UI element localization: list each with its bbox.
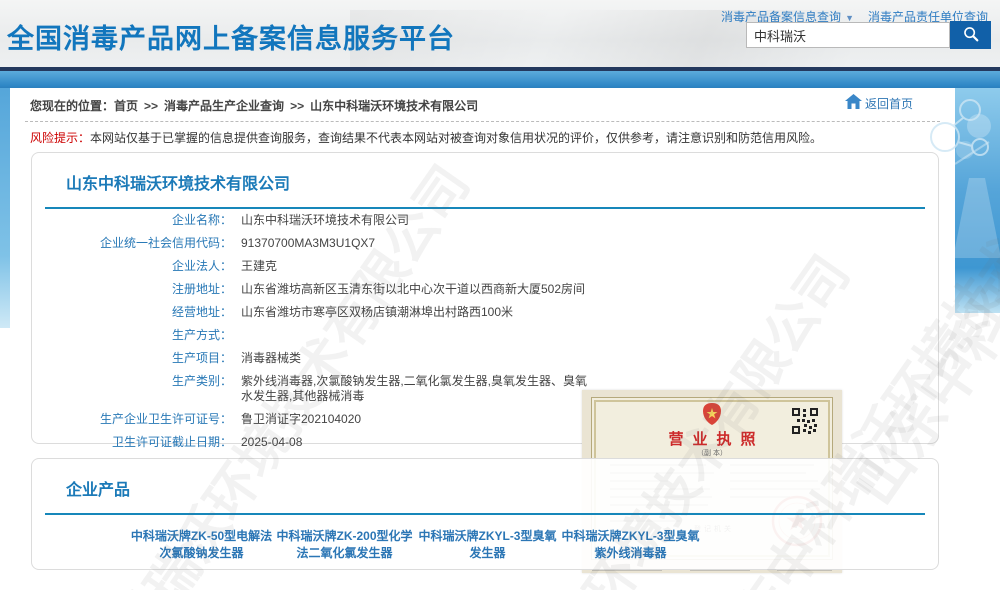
field-label: 企业法人： — [32, 259, 232, 274]
field-value: 山东省潍坊市寒亭区双杨店镇潮淋埠出村路西100米 — [241, 305, 513, 320]
field-value: 消毒器械类 — [241, 351, 301, 366]
site-title: 全国消毒产品网上备案信息服务平台 — [7, 17, 455, 56]
field-value: 91370700MA3M3U1QX7 — [241, 236, 375, 251]
right-deco-image — [955, 88, 1000, 313]
card-divider — [45, 207, 925, 209]
card-divider — [45, 513, 925, 515]
field-row-legal-person: 企业法人： 王建克 — [32, 259, 602, 274]
left-deco-image — [0, 88, 10, 328]
product-link[interactable]: 中科瑞沃牌ZKYL-3型臭氧紫外线消毒器 — [559, 528, 702, 562]
field-row-business-address: 经营地址： 山东省潍坊市寒亭区双杨店镇潮淋埠出村路西100米 — [32, 305, 602, 320]
breadcrumb-home-link[interactable]: 首页 — [114, 99, 138, 113]
field-label: 卫生许可证截止日期： — [32, 435, 232, 450]
search-input[interactable] — [746, 22, 950, 48]
breadcrumb-query-link[interactable]: 消毒产品生产企业查询 — [164, 99, 284, 113]
risk-notice: 风险提示：本网站仅基于已掌握的信息提供查询服务，查询结果不代表本网站对被查询对象… — [30, 129, 822, 146]
site-header: 全国消毒产品网上备案信息服务平台 消毒产品备案信息查询▼消毒产品责任单位查询 — [0, 0, 1000, 67]
field-value: 山东中科瑞沃环境技术有限公司 — [241, 213, 409, 228]
field-row-credit-code: 企业统一社会信用代码： 91370700MA3M3U1QX7 — [32, 236, 602, 251]
field-value: 鲁卫消证字202104020 — [241, 412, 361, 427]
product-link[interactable]: 中科瑞沃牌ZK-200型化学法二氧化氯发生器 — [273, 528, 416, 562]
breadcrumb-current: 山东中科瑞沃环境技术有限公司 — [310, 99, 478, 113]
field-label: 生产方式： — [32, 328, 232, 343]
field-row-production-category: 生产类别： 紫外线消毒器,次氯酸钠发生器,二氧化氯发生器,臭氧发生器、臭氧水发生器… — [32, 374, 602, 404]
search-bar — [746, 21, 991, 49]
field-label: 经营地址： — [32, 305, 232, 320]
field-value: 2025-04-08 — [241, 435, 302, 450]
search-button[interactable] — [950, 21, 991, 49]
company-title: 山东中科瑞沃环境技术有限公司 — [66, 170, 938, 194]
product-link[interactable]: 中科瑞沃牌ZK-50型电解法次氯酸钠发生器 — [130, 528, 273, 562]
product-link[interactable]: 中科瑞沃牌ZKYL-3型臭氧发生器 — [416, 528, 559, 562]
license-subtitle: （副 本） — [592, 448, 832, 458]
breadcrumb-prefix: 您现在的位置： — [30, 99, 114, 113]
products-card: 企业产品 中科瑞沃牌ZK-50型电解法次氯酸钠发生器 中科瑞沃牌ZK-200型化… — [31, 458, 939, 570]
field-row-license-expiry: 卫生许可证截止日期： 2025-04-08 — [32, 435, 602, 450]
home-icon — [845, 94, 865, 112]
field-row-registered-address: 注册地址： 山东省潍坊高新区玉清东街以北中心次干道以西商新大厦502房间 — [32, 282, 602, 297]
field-row-production-mode: 生产方式： — [32, 328, 602, 343]
product-list: 中科瑞沃牌ZK-50型电解法次氯酸钠发生器 中科瑞沃牌ZK-200型化学法二氧化… — [130, 528, 938, 562]
company-fields: 企业名称： 山东中科瑞沃环境技术有限公司 企业统一社会信用代码： 91370700M… — [32, 213, 602, 458]
search-icon — [962, 25, 980, 46]
products-title: 企业产品 — [66, 476, 938, 500]
field-label: 生产企业卫生许可证号： — [32, 412, 232, 427]
risk-notice-text: 本网站仅基于已掌握的信息提供查询服务，查询结果不代表本网站对被查询对象信用状况的… — [90, 131, 822, 145]
back-home-label: 返回首页 — [865, 95, 913, 112]
field-label: 生产项目： — [32, 351, 232, 366]
blue-band — [0, 71, 1000, 88]
breadcrumb-separator: >> — [144, 99, 158, 113]
field-row-name: 企业名称： 山东中科瑞沃环境技术有限公司 — [32, 213, 602, 228]
dashed-divider — [25, 121, 940, 122]
field-label: 企业名称： — [32, 213, 232, 228]
breadcrumb-separator: >> — [290, 99, 304, 113]
company-info-card: 山东中科瑞沃环境技术有限公司 企业名称： 山东中科瑞沃环境技术有限公司 企业统一社… — [31, 152, 939, 444]
field-value: 王建克 — [241, 259, 277, 274]
field-label: 企业统一社会信用代码： — [32, 236, 232, 251]
field-row-hygiene-license-no: 生产企业卫生许可证号： 鲁卫消证字202104020 — [32, 412, 602, 427]
national-emblem-icon — [700, 402, 724, 431]
qr-code-icon — [792, 408, 818, 439]
breadcrumb: 您现在的位置：首页 >> 消毒产品生产企业查询 >> 山东中科瑞沃环境技术有限公司 — [30, 97, 478, 114]
field-row-production-project: 生产项目： 消毒器械类 — [32, 351, 602, 366]
field-value: 山东省潍坊高新区玉清东街以北中心次干道以西商新大厦502房间 — [241, 282, 585, 297]
field-label: 生产类别： — [32, 374, 232, 404]
page: 全国消毒产品网上备案信息服务平台 消毒产品备案信息查询▼消毒产品责任单位查询 — [0, 0, 1000, 590]
back-home-link[interactable]: 返回首页 — [845, 94, 913, 112]
field-value: 紫外线消毒器,次氯酸钠发生器,二氧化氯发生器,臭氧发生器、臭氧水发生器,其他器械… — [241, 374, 589, 404]
risk-notice-label: 风险提示： — [30, 131, 90, 145]
field-label: 注册地址： — [32, 282, 232, 297]
